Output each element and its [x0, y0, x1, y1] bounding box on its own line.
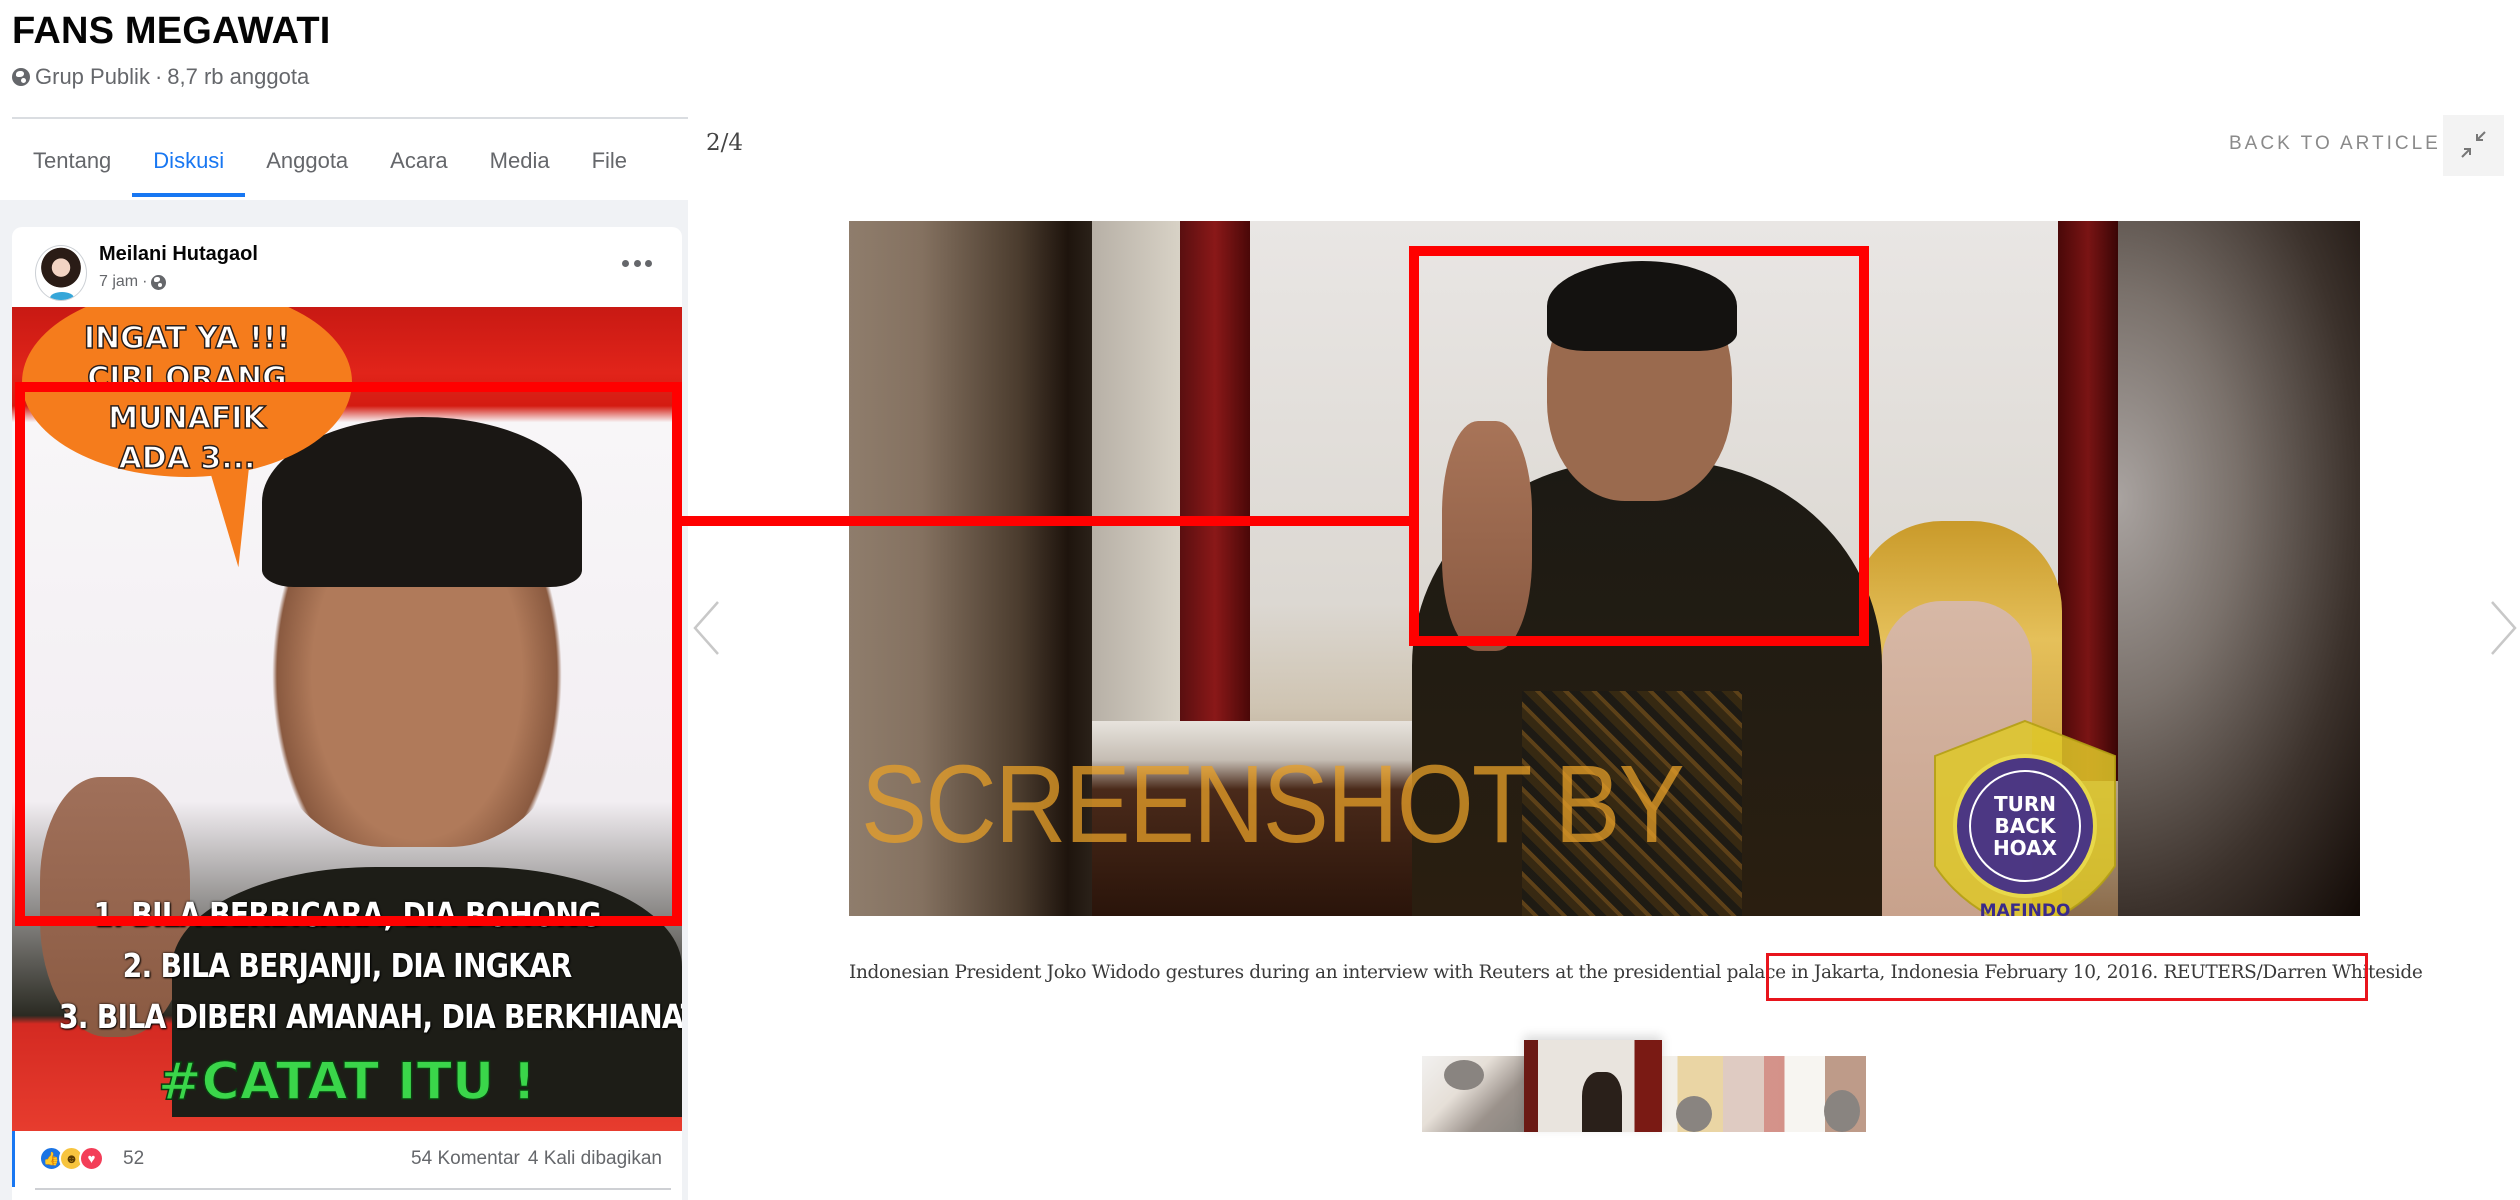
thumbnail-1[interactable]	[1422, 1056, 1524, 1132]
tab-anggota[interactable]: Anggota	[245, 130, 369, 200]
tab-file[interactable]: File	[571, 130, 648, 200]
more-dot	[633, 259, 641, 267]
thumbnail-figure	[1824, 1090, 1860, 1132]
photo-curtain-right	[2058, 221, 2118, 781]
badge-center-line: TURN	[1994, 792, 2056, 816]
header-divider	[12, 117, 688, 119]
more-dot	[645, 259, 652, 267]
meme-top-line: ADA 3...	[118, 440, 256, 477]
post-divider	[35, 1188, 671, 1190]
more-horizontal-icon	[622, 259, 629, 267]
avatar[interactable]	[35, 245, 87, 301]
reaction-count[interactable]: 52	[123, 1148, 144, 1170]
group-title[interactable]: FANS MEGAWATI	[12, 10, 331, 53]
separator: ·	[142, 273, 148, 290]
photo-caption: Indonesian President Joko Widodo gesture…	[849, 962, 2423, 983]
reaction-icons[interactable]: 👍 ☻ ♥	[39, 1146, 104, 1171]
group-info: Grup Publik · 8,7 rb anggota	[12, 64, 309, 90]
collapse-button[interactable]	[2443, 115, 2504, 176]
tab-tentang[interactable]: Tentang	[12, 130, 132, 200]
post-image[interactable]: INGAT YA !!! CIRI ORANG MUNAFIK ADA 3...…	[12, 307, 682, 1131]
watermark-text: SCREENSHOT BY	[861, 743, 1685, 866]
thumbnail-strip	[1422, 1040, 1866, 1132]
thumbnail-figure	[1676, 1096, 1712, 1132]
group-tabs: Tentang Diskusi Anggota Acara Media File	[12, 130, 648, 200]
gallery-counter: 2/4	[706, 130, 744, 156]
comments-shares: 54 Komentar 4 Kali dibagikan	[411, 1148, 662, 1170]
next-image-button[interactable]	[2488, 600, 2518, 656]
chevron-left-icon	[693, 601, 719, 655]
meme-footer-text: #CATAT ITU !	[157, 1051, 537, 1113]
post-card: Meilani Hutagaol 7 jam · INGAT YA !!! CI…	[12, 227, 682, 1200]
meme-list-item: 1. BILA BERBICARA, DIA BOHONG	[93, 895, 601, 934]
love-icon: ♥	[79, 1146, 104, 1171]
previous-image-button[interactable]	[692, 600, 722, 656]
tab-diskusi[interactable]: Diskusi	[132, 130, 246, 200]
separator: ·	[154, 64, 163, 89]
comments-count[interactable]: 54 Komentar	[411, 1148, 520, 1170]
badge-bottom-text: MAFINDO	[1980, 901, 2071, 916]
group-privacy: Grup Publik	[35, 64, 150, 89]
post-meta: 7 jam ·	[99, 273, 167, 291]
meme-list-item: 3. BILA DIBERI AMANAH, DIA BERKHIANAT	[58, 997, 682, 1036]
tab-acara[interactable]: Acara	[369, 130, 468, 200]
meme-top-line: INGAT YA !!!	[83, 320, 291, 357]
meme-list-item: 2. BILA BERJANJI, DIA INGKAR	[122, 946, 573, 985]
turnbackhoax-badge-icon: TURN BACK HOAX MAFINDO	[1934, 719, 2116, 916]
thumbnail-3[interactable]	[1662, 1056, 1764, 1132]
photo-person-hair	[1547, 261, 1737, 351]
facebook-group-panel: FANS MEGAWATI Grup Publik · 8,7 rb anggo…	[0, 0, 688, 1200]
shares-count[interactable]: 4 Kali dibagikan	[528, 1148, 662, 1170]
meme-top-line: CIRI ORANG MUNAFIK	[87, 360, 288, 437]
reactions-bar: 👍 ☻ ♥ 52 54 Komentar 4 Kali dibagikan	[12, 1131, 682, 1187]
blurred-backdrop-right	[2118, 221, 2360, 916]
tab-media[interactable]: Media	[469, 130, 571, 200]
caption-text: Indonesian President Joko Widodo gesture…	[849, 962, 1814, 983]
badge-center-line: BACK	[1995, 814, 2057, 838]
photo-curtain-left	[1180, 221, 1250, 741]
meme-top-text: INGAT YA !!! CIRI ORANG MUNAFIK ADA 3...	[37, 319, 337, 479]
group-members[interactable]: 8,7 rb anggota	[167, 64, 309, 90]
post-author[interactable]: Meilani Hutagaol	[99, 243, 258, 266]
globe-icon	[151, 274, 167, 290]
thumbnail-figure	[1582, 1072, 1622, 1132]
more-options-button[interactable]	[622, 255, 652, 271]
thumbnail-figure	[1444, 1060, 1484, 1090]
collapse-icon	[2461, 131, 2486, 158]
thumbnail-4[interactable]	[1764, 1056, 1866, 1132]
chevron-right-icon	[2491, 601, 2517, 655]
main-gallery-image[interactable]: SCREENSHOT BY TURN BACK HOAX MAFINDO	[849, 221, 2360, 916]
post-time[interactable]: 7 jam	[99, 273, 138, 291]
globe-icon	[12, 68, 30, 86]
caption-highlight-text: Jakarta, Indonesia February 10, 2016. RE…	[1813, 962, 2423, 983]
back-to-article-link[interactable]: BACK TO ARTICLE	[2229, 133, 2441, 155]
thumbnail-2[interactable]	[1524, 1040, 1662, 1132]
photo-person-hand	[1442, 421, 1532, 651]
meme-list: 1. BILA BERBICARA, DIA BOHONG 2. BILA BE…	[12, 889, 682, 1042]
badge-center-line: HOAX	[1993, 836, 2058, 860]
